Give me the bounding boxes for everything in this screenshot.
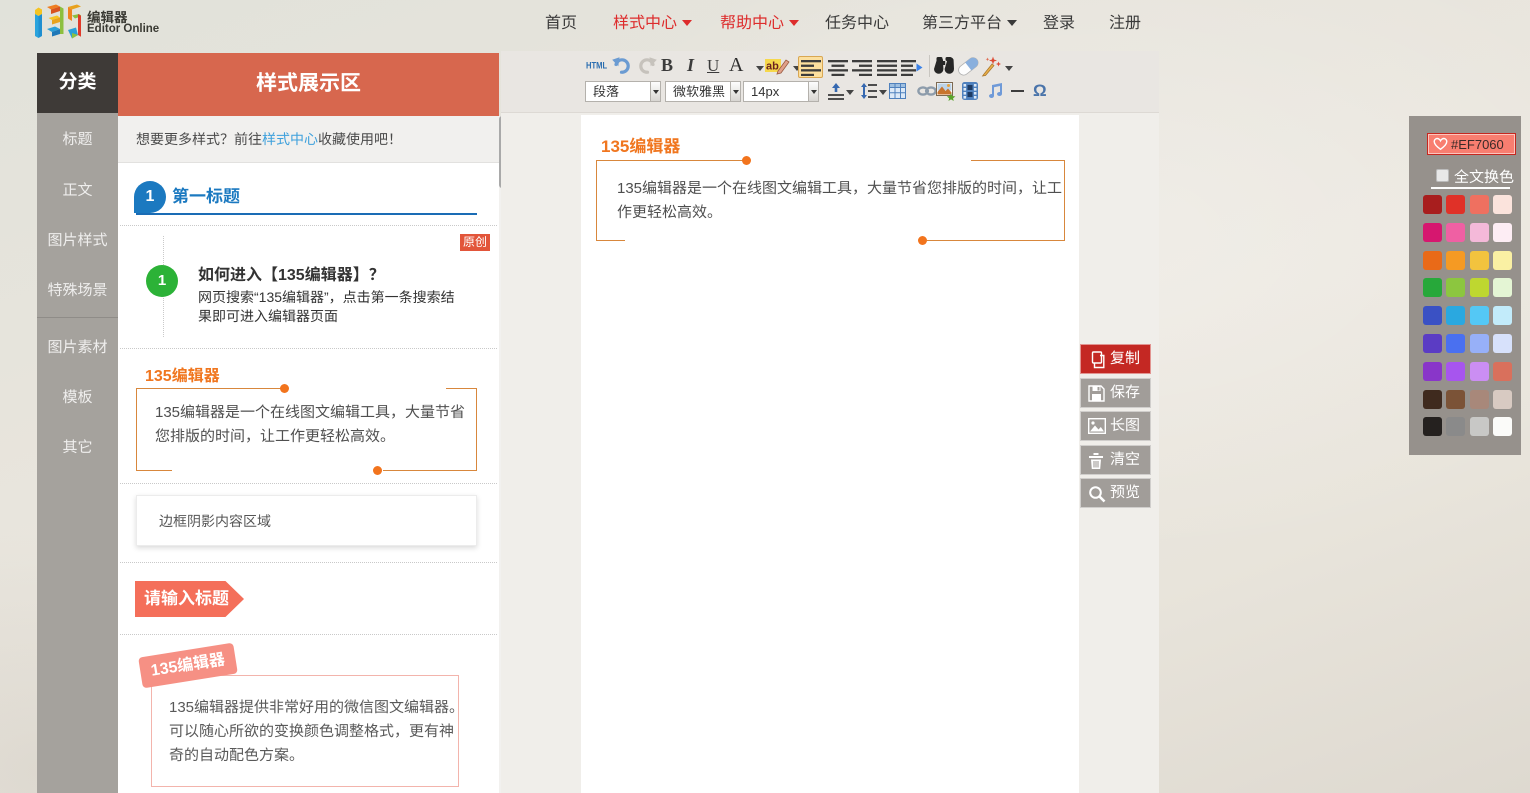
svg-text:ab: ab xyxy=(766,61,779,73)
